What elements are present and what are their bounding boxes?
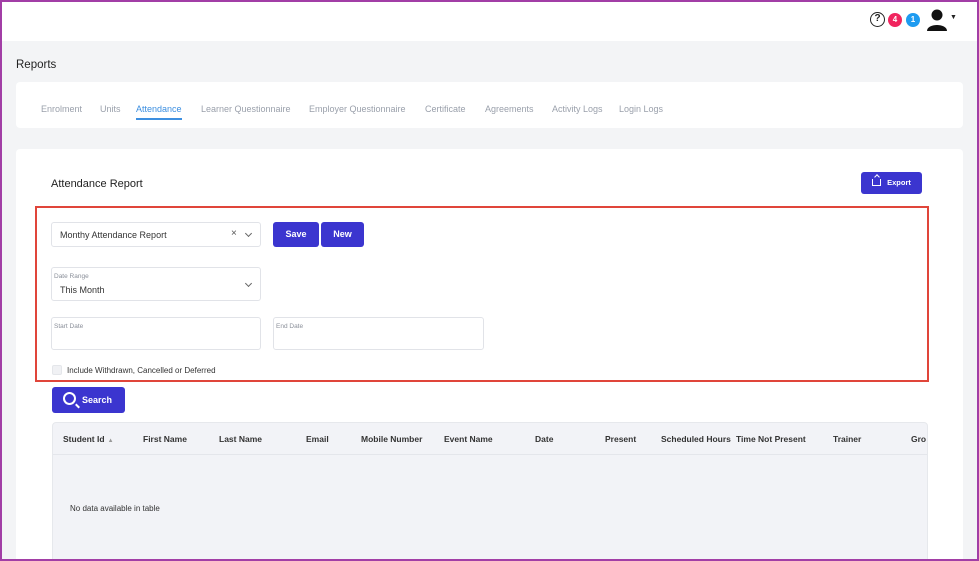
start-date-label: Start Date	[54, 323, 84, 330]
tab-attendance[interactable]: Attendance	[136, 104, 182, 120]
help-icon[interactable]: ?	[870, 12, 885, 27]
report-tabs: Enrolment Units Attendance Learner Quest…	[16, 82, 963, 128]
column-header-group[interactable]: Gro	[911, 434, 926, 444]
column-header-student-id[interactable]: Student Id ▲	[63, 434, 114, 444]
tab-learner-questionnaire[interactable]: Learner Questionnaire	[201, 104, 291, 114]
start-date-field[interactable]: Start Date	[51, 317, 261, 350]
report-select[interactable]: Monthy Attendance Report ×	[51, 222, 261, 247]
chevron-down-icon[interactable]	[244, 229, 253, 238]
column-header-time-not-present[interactable]: Time Not Present	[736, 434, 806, 444]
chevron-down-icon[interactable]	[244, 279, 253, 288]
end-date-label: End Date	[276, 323, 304, 330]
include-withdrawn-checkbox[interactable]	[52, 365, 62, 375]
export-button[interactable]: Export	[861, 172, 922, 194]
search-icon	[63, 392, 76, 405]
table-header: Student Id ▲ First Name Last Name Email M…	[53, 423, 927, 455]
new-button[interactable]: New	[321, 222, 364, 247]
export-icon	[872, 179, 882, 186]
column-header-date[interactable]: Date	[535, 434, 553, 444]
column-header-trainer[interactable]: Trainer	[833, 434, 861, 444]
date-range-label: Date Range	[54, 273, 89, 280]
column-header-last-name[interactable]: Last Name	[219, 434, 262, 444]
date-range-value: This Month	[60, 285, 105, 295]
notification-badge-blue[interactable]: 1	[906, 13, 920, 27]
attendance-table: Student Id ▲ First Name Last Name Email M…	[52, 422, 928, 561]
end-date-field[interactable]: End Date	[273, 317, 484, 350]
column-header-email[interactable]: Email	[306, 434, 329, 444]
column-header-mobile-number[interactable]: Mobile Number	[361, 434, 422, 444]
sort-icon[interactable]: ▲	[108, 438, 114, 444]
notification-badge-red[interactable]: 4	[888, 13, 902, 27]
tab-activity-logs[interactable]: Activity Logs	[552, 104, 603, 114]
column-header-event-name[interactable]: Event Name	[444, 434, 493, 444]
tab-login-logs[interactable]: Login Logs	[619, 104, 663, 114]
column-header-scheduled-hours[interactable]: Scheduled Hours	[661, 434, 731, 444]
search-button[interactable]: Search	[52, 387, 125, 413]
empty-table-message: No data available in table	[70, 504, 160, 513]
column-header-present[interactable]: Present	[605, 434, 636, 444]
tab-units[interactable]: Units	[100, 104, 121, 114]
report-title: Attendance Report	[51, 178, 143, 190]
column-header-first-name[interactable]: First Name	[143, 434, 187, 444]
user-menu-caret-icon[interactable]: ▼	[950, 14, 957, 21]
include-withdrawn-label: Include Withdrawn, Cancelled or Deferred	[67, 366, 216, 375]
date-range-select[interactable]: Date Range This Month	[51, 267, 261, 301]
page-title: Reports	[16, 59, 57, 71]
user-avatar-icon[interactable]	[925, 9, 951, 31]
tab-enrolment[interactable]: Enrolment	[41, 104, 82, 114]
save-button[interactable]: Save	[273, 222, 319, 247]
tab-employer-questionnaire[interactable]: Employer Questionnaire	[309, 104, 406, 114]
tab-agreements[interactable]: Agreements	[485, 104, 534, 114]
report-select-value: Monthy Attendance Report	[60, 230, 167, 240]
clear-icon[interactable]: ×	[231, 228, 237, 239]
top-bar: ? 4 1 ▼	[0, 0, 979, 41]
tab-certificate[interactable]: Certificate	[425, 104, 466, 114]
